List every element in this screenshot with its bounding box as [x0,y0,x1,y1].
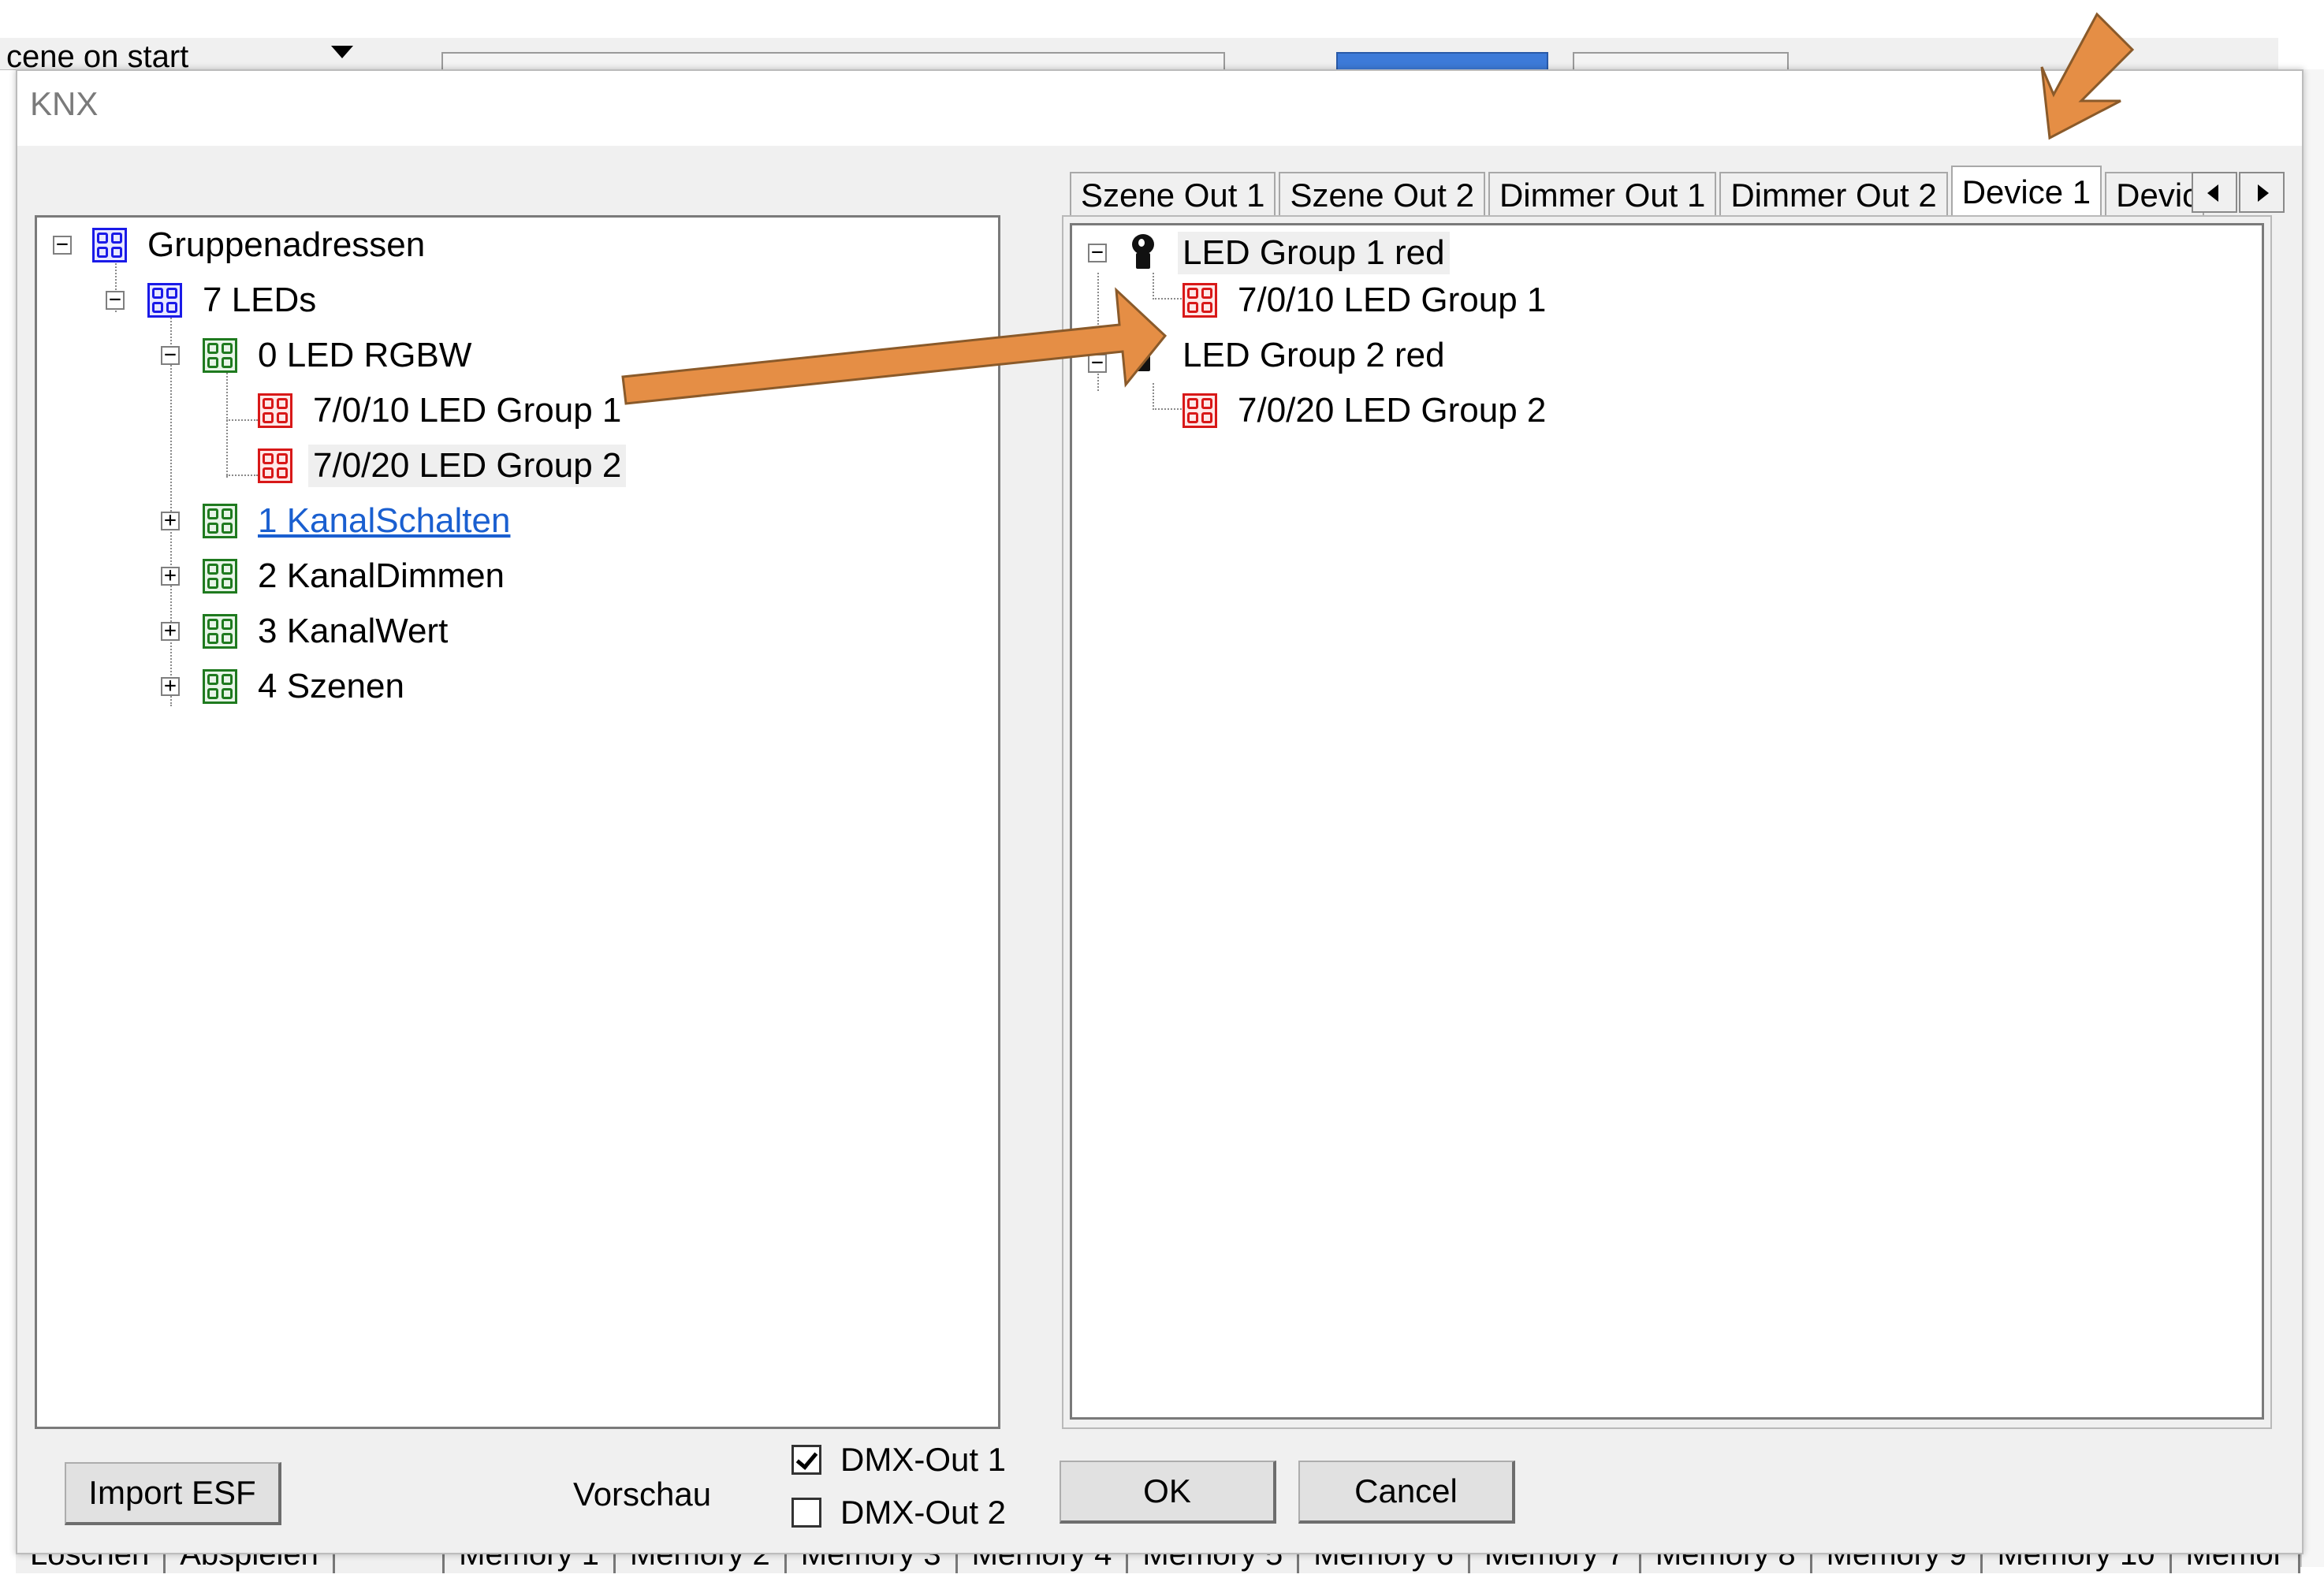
tree-node-7-leds[interactable]: 7 LEDs [147,277,321,324]
tree-node-label: 4 Szenen [258,667,404,705]
tree-node-label: 3 KanalWert [258,612,449,650]
group-address-tree[interactable]: − Gruppenadressen − 7 LEDs − 0 LED RGBW … [35,215,1000,1429]
tree-node-label: LED Group 2 red [1182,336,1445,374]
expand-toggle[interactable]: + [161,510,180,530]
middle-group-icon [203,338,237,373]
chevron-down-icon[interactable] [331,46,353,58]
checkbox-unchecked-icon[interactable] [791,1498,821,1528]
collapse-toggle[interactable]: − [1088,352,1107,373]
checkbox-checked-icon[interactable] [791,1445,821,1475]
background-side-panel [2300,69,2324,1567]
address-icon [258,393,292,428]
tab-szene-out-2[interactable]: Szene Out 2 [1279,172,1485,218]
tree-node-led-group-2-red[interactable]: LED Group 2 red [1127,332,1450,379]
tree-node-address-7-0-10[interactable]: 7/0/10 LED Group 1 [258,387,626,434]
cancel-button[interactable]: Cancel [1298,1461,1515,1524]
tree-node-led-group-1-red[interactable]: LED Group 1 red [1127,229,1450,277]
tree-node-label: 7/0/10 LED Group 1 [1238,281,1547,319]
dmx-out-1-checkbox[interactable]: DMX-Out 1 [791,1441,1006,1479]
dialog-title: KNX [30,85,99,122]
tree-node-assigned-7-0-10[interactable]: 7/0/10 LED Group 1 [1182,277,1551,324]
tree-node-kanalschalten[interactable]: 1 KanalSchalten [203,497,515,545]
tree-node-kanaldimmen[interactable]: 2 KanalDimmen [203,553,509,600]
address-icon [1182,283,1217,318]
group-address-icon [147,283,182,318]
dmx-out-2-label: DMX-Out 2 [840,1494,1007,1531]
preview-label: Vorschau [573,1476,712,1513]
tab-dimmer-out-1[interactable]: Dimmer Out 1 [1488,172,1717,218]
background-button[interactable] [1573,52,1789,71]
tab-scroll-right-icon[interactable] [2239,172,2285,213]
tree-connector [226,367,228,478]
background-field-selected[interactable] [1336,52,1548,71]
tree-node-label: 0 LED RGBW [258,336,472,374]
tree-node-assigned-7-0-20[interactable]: 7/0/20 LED Group 2 [1182,387,1551,434]
ok-button[interactable]: OK [1060,1461,1276,1524]
light-bulb-icon [1127,234,1159,272]
tree-connector [1153,408,1184,410]
collapse-toggle[interactable]: − [1088,242,1107,262]
middle-group-icon [203,504,237,538]
tree-connector [1153,298,1184,300]
tab-szene-out-1[interactable]: Szene Out 1 [1070,172,1276,218]
tree-connector [226,475,258,476]
background-toolbar: cene on start [0,38,2278,74]
tree-node-address-7-0-20[interactable]: 7/0/20 LED Group 2 [258,442,627,489]
dmx-out-1-label: DMX-Out 1 [840,1441,1007,1478]
tab-device-1[interactable]: Device 1 [1950,166,2102,218]
collapse-toggle[interactable]: − [106,289,125,310]
group-address-icon [92,228,127,262]
tree-node-led-rgbw[interactable]: 0 LED RGBW [203,332,476,379]
collapse-toggle[interactable]: − [53,234,72,255]
device-assignment-tree[interactable]: − LED Group 1 red 7/0/10 LED Group 1 − L… [1070,223,2264,1420]
tree-node-label: 7/0/10 LED Group 1 [313,391,622,430]
tab-scroll-left-icon[interactable] [2192,172,2237,213]
tree-node-label: Gruppenadressen [147,225,426,264]
tree-node-szenen[interactable]: 4 Szenen [203,663,409,710]
middle-group-icon [203,614,237,649]
address-icon [1182,393,1217,428]
dmx-out-2-checkbox[interactable]: DMX-Out 2 [791,1494,1006,1531]
middle-group-icon [203,669,237,704]
address-icon [258,448,292,483]
background-field[interactable] [441,52,1225,71]
tree-node-label: LED Group 1 red [1178,232,1450,274]
tree-node-root[interactable]: Gruppenadressen [92,221,430,269]
tree-node-label: 7 LEDs [203,281,317,319]
middle-group-icon [203,559,237,594]
tree-node-kanalwert[interactable]: 3 KanalWert [203,608,453,655]
output-tabs: Szene Out 1 Szene Out 2 Dimmer Out 1 Dim… [1070,166,2207,218]
tree-node-label: 7/0/20 LED Group 2 [308,445,627,487]
tree-node-label: 1 KanalSchalten [258,501,511,540]
tree-node-label: 2 KanalDimmen [258,556,505,595]
tree-node-label: 7/0/20 LED Group 2 [1238,391,1547,430]
tree-connector [226,419,258,421]
expand-toggle[interactable]: + [161,675,180,696]
knx-dialog: KNX − Gruppenadressen − 7 LEDs − 0 LED R… [16,69,2304,1554]
import-esf-button[interactable]: Import ESF [65,1462,281,1525]
expand-toggle[interactable]: + [161,565,180,586]
light-bulb-icon [1127,337,1159,374]
tree-connector [1153,383,1154,407]
expand-toggle[interactable]: + [161,620,180,641]
tab-device-2[interactable]: Devic [2105,172,2205,218]
collapse-toggle[interactable]: − [161,344,180,365]
tab-dimmer-out-2[interactable]: Dimmer Out 2 [1719,172,1948,218]
dialog-titlebar[interactable]: KNX [17,71,2302,146]
